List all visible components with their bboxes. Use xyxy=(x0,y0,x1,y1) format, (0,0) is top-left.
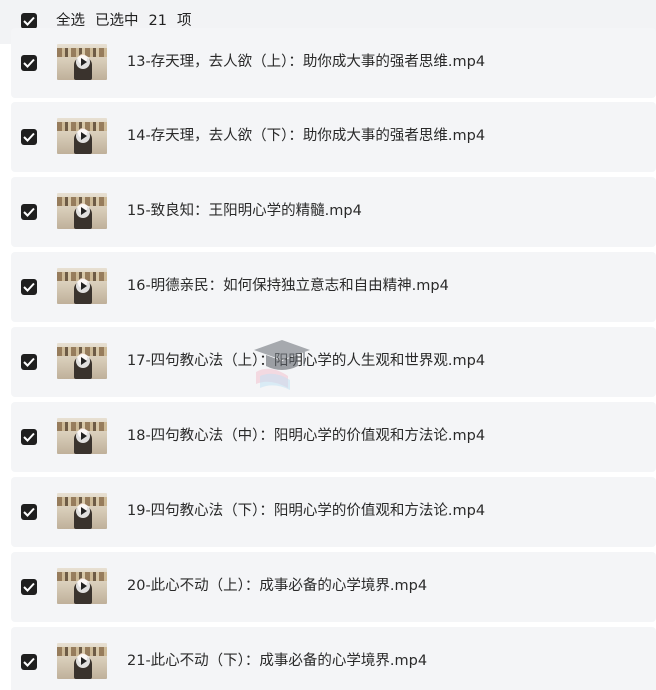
file-name[interactable]: 17-四句教心法（上）：阳明心学的人生观和世界观.mp4 xyxy=(127,351,485,371)
play-icon xyxy=(76,354,90,368)
video-thumbnail[interactable] xyxy=(57,418,107,454)
file-row[interactable]: 21-此心不动（下）：成事必备的心学境界.mp4 xyxy=(11,627,656,690)
file-checkbox[interactable] xyxy=(21,504,37,520)
file-list-page: 全选 已选中 21 项 13-存天理，去人欲（上）：助你成大事的强者思维.mp4 14… xyxy=(0,0,656,690)
select-all-label[interactable]: 全选 xyxy=(56,13,85,29)
play-icon xyxy=(76,429,90,443)
file-row[interactable]: 17-四句教心法（上）：阳明心学的人生观和世界观.mp4 xyxy=(11,327,656,397)
play-icon xyxy=(76,204,90,218)
file-checkbox[interactable] xyxy=(21,354,37,370)
checkmark-icon xyxy=(23,132,35,142)
checkmark-icon xyxy=(23,357,35,367)
checkmark-icon xyxy=(23,282,35,292)
play-icon xyxy=(76,654,90,668)
play-icon xyxy=(76,129,90,143)
video-thumbnail[interactable] xyxy=(57,268,107,304)
file-name[interactable]: 19-四句教心法（下）：阳明心学的价值观和方法论.mp4 xyxy=(127,501,485,521)
file-row[interactable]: 19-四句教心法（下）：阳明心学的价值观和方法论.mp4 xyxy=(11,477,656,547)
video-thumbnail[interactable] xyxy=(57,118,107,154)
video-thumbnail[interactable] xyxy=(57,44,107,80)
file-checkbox[interactable] xyxy=(21,129,37,145)
play-icon xyxy=(76,579,90,593)
file-row[interactable]: 18-四句教心法（中）：阳明心学的价值观和方法论.mp4 xyxy=(11,402,656,472)
video-thumbnail[interactable] xyxy=(57,343,107,379)
file-checkbox[interactable] xyxy=(21,55,37,71)
file-checkbox[interactable] xyxy=(21,204,37,220)
checkmark-icon xyxy=(23,207,35,217)
file-checkbox[interactable] xyxy=(21,654,37,670)
play-icon xyxy=(76,279,90,293)
checkmark-icon xyxy=(23,432,35,442)
selected-suffix: 项 xyxy=(176,13,192,29)
file-checkbox[interactable] xyxy=(21,429,37,445)
checkmark-icon xyxy=(23,657,35,667)
file-name[interactable]: 16-明德亲民：如何保持独立意志和自由精神.mp4 xyxy=(127,276,449,296)
checkmark-icon xyxy=(23,16,35,26)
file-name[interactable]: 18-四句教心法（中）：阳明心学的价值观和方法论.mp4 xyxy=(127,426,485,446)
selected-prefix: 已选中 xyxy=(95,13,139,29)
video-thumbnail[interactable] xyxy=(57,568,107,604)
checkmark-icon xyxy=(23,582,35,592)
checkmark-icon xyxy=(23,507,35,517)
file-row[interactable]: 13-存天理，去人欲（上）：助你成大事的强者思维.mp4 xyxy=(11,28,656,98)
file-row[interactable]: 15-致良知：王阳明心学的精髓.mp4 xyxy=(11,177,656,247)
play-icon xyxy=(76,55,90,69)
file-name[interactable]: 21-此心不动（下）：成事必备的心学境界.mp4 xyxy=(127,651,427,671)
video-thumbnail[interactable] xyxy=(57,493,107,529)
file-name[interactable]: 15-致良知：王阳明心学的精髓.mp4 xyxy=(127,201,362,221)
selected-count: 21 xyxy=(148,13,167,29)
play-icon xyxy=(76,504,90,518)
video-thumbnail[interactable] xyxy=(57,643,107,679)
video-thumbnail[interactable] xyxy=(57,193,107,229)
checkmark-icon xyxy=(23,58,35,68)
file-name[interactable]: 13-存天理，去人欲（上）：助你成大事的强者思维.mp4 xyxy=(127,52,485,72)
select-all-checkbox[interactable] xyxy=(21,13,37,29)
file-row[interactable]: 16-明德亲民：如何保持独立意志和自由精神.mp4 xyxy=(11,252,656,322)
file-row[interactable]: 14-存天理，去人欲（下）：助你成大事的强者思维.mp4 xyxy=(11,102,656,172)
file-name[interactable]: 20-此心不动（上）：成事必备的心学境界.mp4 xyxy=(127,576,427,596)
file-checkbox[interactable] xyxy=(21,579,37,595)
file-checkbox[interactable] xyxy=(21,279,37,295)
file-row[interactable]: 20-此心不动（上）：成事必备的心学境界.mp4 xyxy=(11,552,656,622)
file-name[interactable]: 14-存天理，去人欲（下）：助你成大事的强者思维.mp4 xyxy=(127,126,485,146)
